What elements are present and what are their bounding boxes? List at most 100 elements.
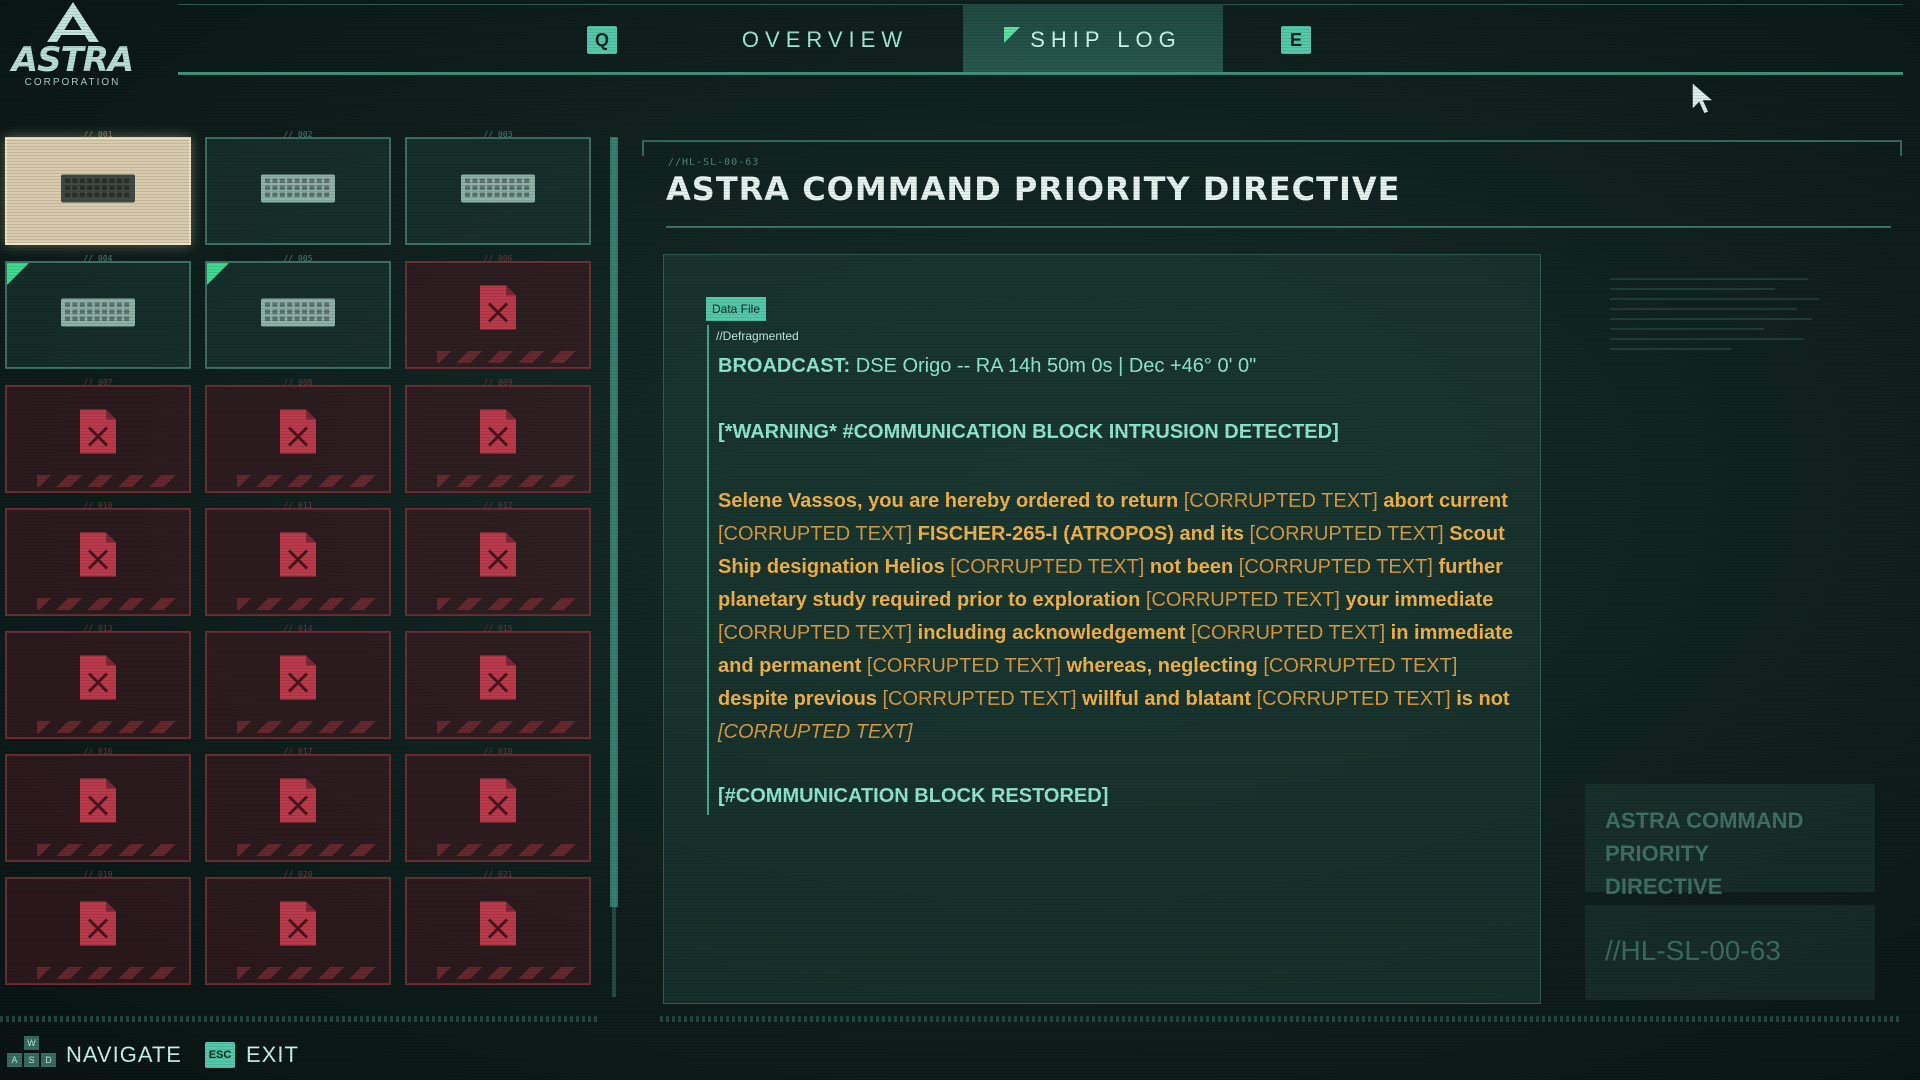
log-slot-locked[interactable]: // 009 [405,378,591,493]
slot-number: // 011 [283,501,313,510]
scrollbar-thumb[interactable] [610,137,618,907]
slot-number: // 010 [83,501,113,510]
message-text: whereas, neglecting [1061,655,1264,677]
keyboard-icon [60,174,136,209]
slot-number: // 021 [483,870,513,879]
log-slot-locked[interactable]: // 013 [5,624,191,739]
log-slot-locked[interactable]: // 007 [5,378,191,493]
hazard-stripes [437,598,581,610]
log-slot[interactable]: // 004 [5,254,191,369]
restored-line: [#COMMUNICATION BLOCK RESTORED] [718,785,1109,807]
log-slot-locked[interactable]: // 012 [405,501,591,616]
log-slot-locked[interactable]: // 020 [205,870,391,985]
log-slot[interactable]: // 002 [205,130,391,245]
message-text: your immediate [1339,589,1494,611]
corrupted-file-icon [278,899,318,952]
log-slot[interactable]: // 005 [205,254,391,369]
broadcast-value: DSE Origo -- RA 14h 50m 0s | Dec +46° 0'… [855,355,1257,377]
slot-number: // 018 [483,747,513,756]
corrupted-file-icon [278,407,318,460]
log-slot[interactable]: // 001 [5,130,191,245]
log-slot-locked[interactable]: // 019 [5,870,191,985]
corrupted-text: [CORRUPTED TEXT] [1263,655,1458,677]
log-slot-locked[interactable]: // 021 [405,870,591,985]
corrupted-text: [CORRUPTED TEXT] [1249,523,1444,545]
prev-tab-key[interactable]: Q [587,26,617,54]
slot-number: // 003 [483,130,513,139]
log-slot-locked[interactable]: // 011 [205,501,391,616]
message-text: including acknowledgement [912,622,1192,644]
corrupted-file-icon [478,283,518,336]
corrupted-file-icon [78,899,118,952]
message-text: FISCHER-265-I (ATROPOS) and its [912,523,1250,545]
log-slot-locked[interactable]: // 008 [205,378,391,493]
hazard-stripes [237,844,381,856]
navigate-hint: NAVIGATE [66,1042,182,1067]
corrupted-file-icon [278,530,318,583]
log-slot[interactable]: // 003 [405,130,591,245]
ship-log-grid: // 001 // 002 // 003 // 004 // 005 // 006 // 0… [5,130,595,987]
log-slot-locked[interactable]: // 017 [205,747,391,862]
log-slot-locked[interactable]: // 010 [5,501,191,616]
hazard-stripes [237,721,381,733]
tab-overview-label: OVERVIEW [741,27,909,52]
log-slot-locked[interactable]: // 014 [205,624,391,739]
faint-text-block [1610,278,1830,358]
corrupted-file-icon [478,776,518,829]
broadcast-label: BROADCAST: [718,355,851,377]
corrupted-file-icon [278,653,318,706]
slot-number: // 005 [283,254,313,263]
log-slot-locked[interactable]: // 015 [405,624,591,739]
title-rule [666,226,1891,228]
mouse-cursor-icon [1691,80,1717,115]
hazard-stripes [37,967,181,979]
message-text: is not [1450,688,1510,710]
message-text: abort current [1377,490,1508,512]
log-slot-locked[interactable]: // 018 [405,747,591,862]
corrupted-text: [CORRUPTED TEXT] [718,622,913,644]
message-text: despite previous [718,688,883,710]
hazard-stripes [237,967,381,979]
corrupted-text: [CORRUPTED TEXT] [1238,556,1433,578]
new-flag-icon [1004,27,1021,43]
footer-dashes-left [0,1016,600,1022]
corrupted-file-icon [78,407,118,460]
key-s: S [24,1053,39,1067]
esc-key[interactable]: ESC [205,1042,235,1068]
tab-overview[interactable]: OVERVIEW [700,4,950,72]
warning-line: [*WARNING* #COMMUNICATION BLOCK INTRUSIO… [718,421,1339,443]
hazard-stripes [437,967,581,979]
corrupted-file-icon [478,899,518,952]
hazard-stripes [437,351,581,363]
slot-number: // 008 [283,378,313,387]
content-vertical-bar [707,325,709,815]
log-slot-locked[interactable]: // 016 [5,747,191,862]
slot-number: // 016 [83,747,113,756]
keyboard-icon [260,298,336,333]
hazard-stripes [237,598,381,610]
wasd-key-icon: W A S D [5,1036,57,1072]
corrupted-text: [CORRUPTED TEXT] [1256,688,1451,710]
corrupted-text: [CORRUPTED TEXT] [1183,490,1378,512]
header-rule [178,72,1903,75]
corrupted-text: [CORRUPTED TEXT] [950,556,1145,578]
slot-number: // 007 [83,378,113,387]
message-text: not been [1144,556,1239,578]
keyboard-icon [260,174,336,209]
slot-number: // 013 [83,624,113,633]
log-message: Selene Vassos, you are hereby ordered to… [718,485,1528,749]
hazard-stripes [437,721,581,733]
corrupted-file-icon [478,653,518,706]
log-slot-locked[interactable]: // 006 [405,254,591,369]
next-tab-key[interactable]: E [1281,26,1311,54]
corrupted-text: [CORRUPTED TEXT] [718,523,913,545]
slot-number: // 017 [283,747,313,756]
slot-number: // 015 [483,624,513,633]
exit-hint[interactable]: EXIT [246,1042,299,1068]
tab-ship-log[interactable]: SHIP LOG [963,4,1223,72]
hazard-stripes [437,475,581,487]
side-title: ASTRA COMMAND PRIORITY DIRECTIVE [1605,808,1804,899]
slot-number: // 020 [283,870,313,879]
corrupted-text: [CORRUPTED TEXT] [718,721,913,743]
corrupted-text: [CORRUPTED TEXT] [866,655,1062,677]
